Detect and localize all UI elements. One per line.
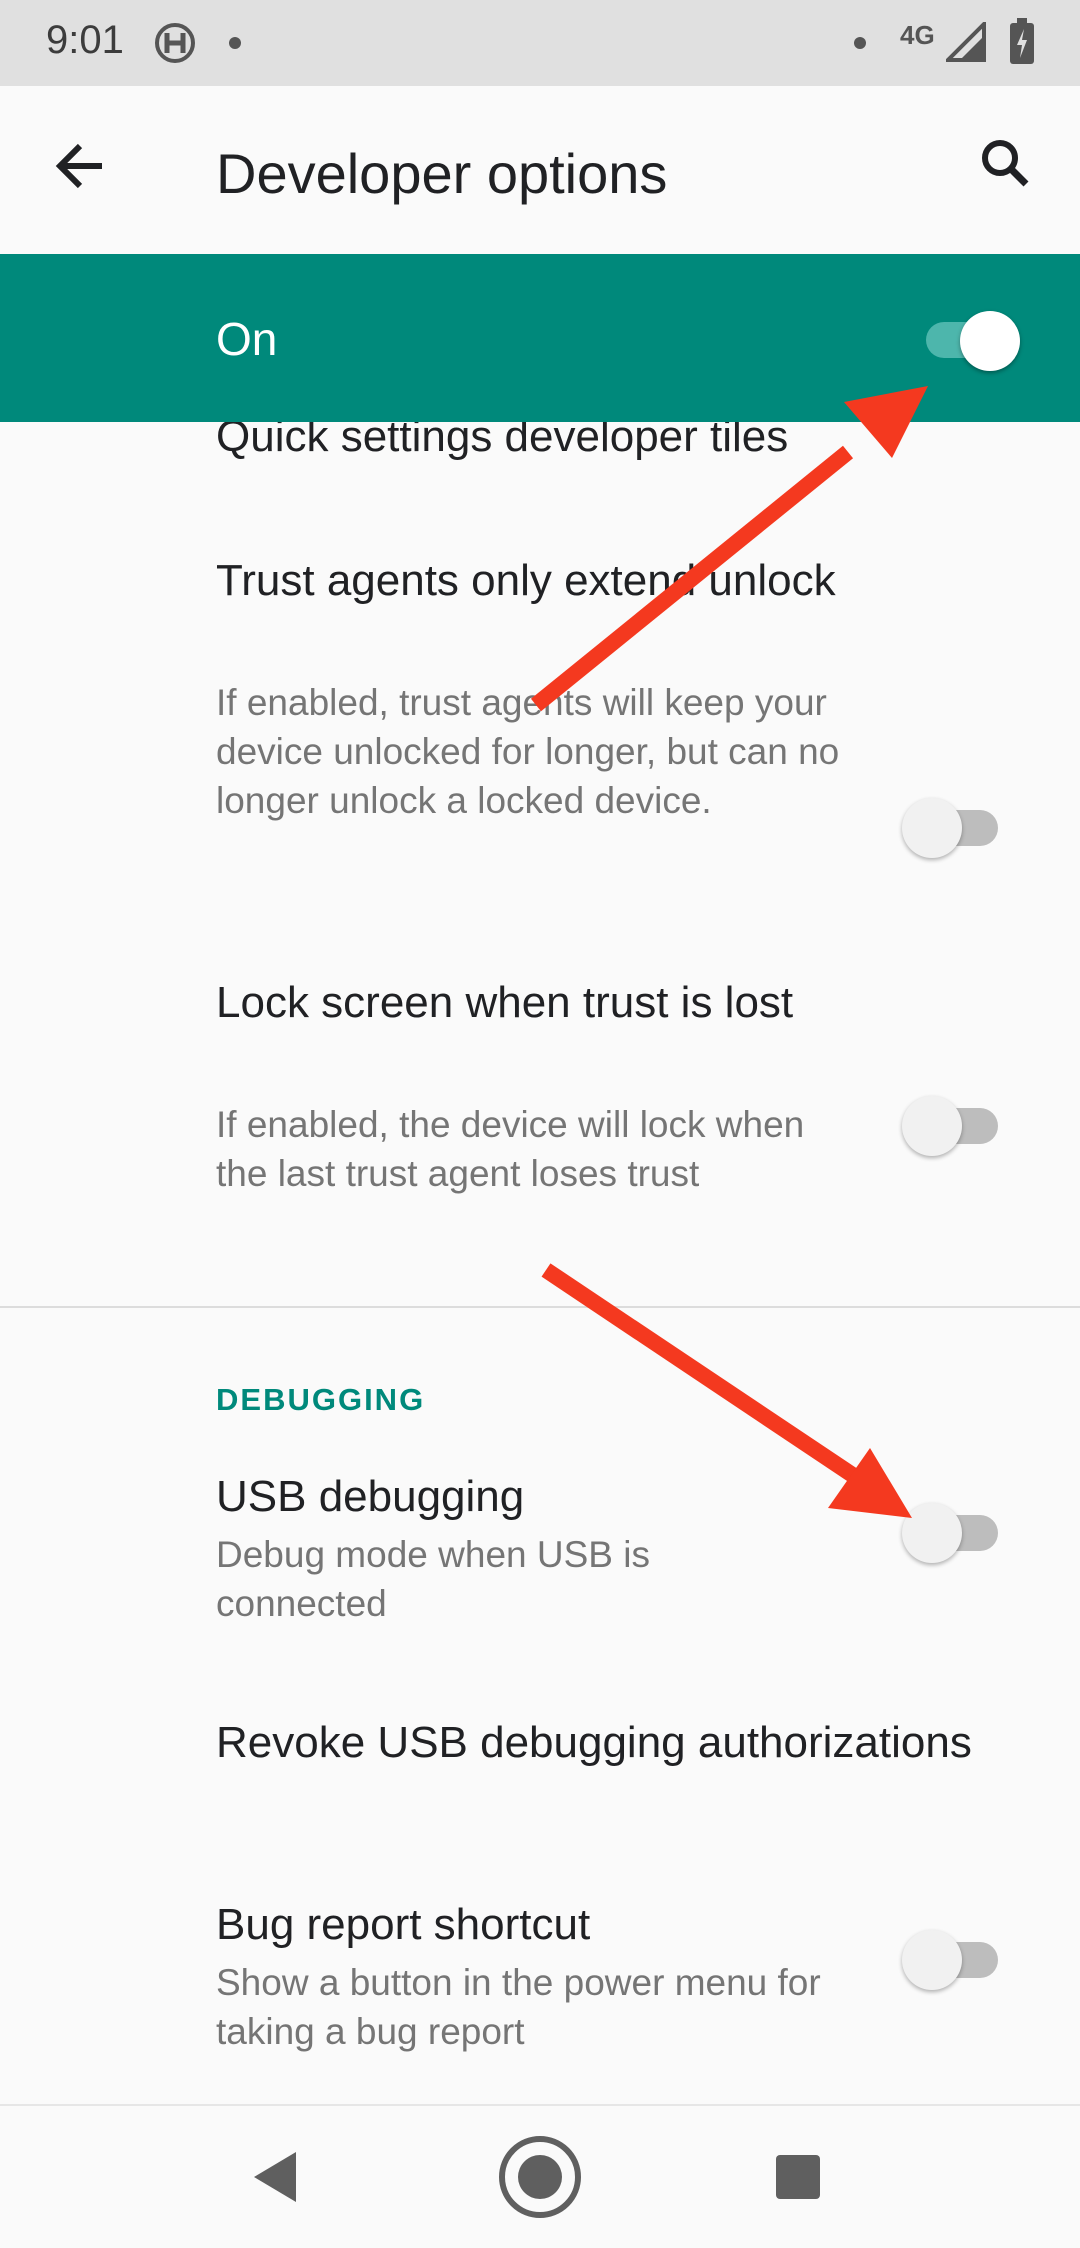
search-icon [982,140,1029,187]
nav-back-button[interactable] [226,2126,326,2226]
switch-thumb [902,1930,962,1990]
usb-debugging-switch[interactable] [902,1501,1002,1565]
arrow-back-icon [55,143,102,189]
pref-title: Bug report shortcut [216,1900,591,1949]
master-switch-thumb[interactable] [960,311,1020,371]
nav-recents-button[interactable] [748,2126,848,2226]
pref-title: Lock screen when trust is lost [216,978,794,1027]
hotspot-icon [155,23,195,63]
pref-item-bug-report-shortcut[interactable]: Bug report shortcut Show a button in the… [0,1896,1080,2076]
notification-dot-icon [229,37,241,49]
status-time: 9:01 [46,18,124,62]
master-switch-label: On [216,313,278,365]
page-title: Developer options [216,142,668,205]
switch-thumb [902,1503,962,1563]
signal-icon [946,22,986,62]
nav-back-icon [254,2152,296,2202]
pref-summary: Debug mode when USB is connected [216,1534,650,1624]
pref-summary: If enabled, the device will lock when th… [216,1104,805,1194]
pref-item-lock-screen-trust-lost[interactable]: Lock screen when trust is lost If enable… [0,974,1080,1274]
pref-summary: If enabled, trust agents will keep your … [216,682,840,821]
pref-title: USB debugging [216,1472,525,1521]
data-activity-dot-icon [854,37,866,49]
switch-thumb [902,798,962,858]
network-type-label: 4G [900,20,935,50]
settings-list[interactable]: Quick settings developer tiles Trust age… [0,422,1080,2104]
section-divider [0,1306,1080,1308]
pref-title-quick-settings-tiles[interactable]: Quick settings developer tiles [216,422,856,466]
pref-item-usb-debugging[interactable]: USB debugging Debug mode when USB is con… [0,1468,1080,1648]
search-button[interactable] [966,126,1046,206]
battery-charging-icon [1010,18,1034,64]
lock-screen-trust-lost-switch[interactable] [902,1094,1002,1158]
app-bar: Developer options [0,86,1080,254]
pref-summary: Show a button in the power menu for taki… [216,1962,821,2052]
status-bar: 9:01 4G [0,0,1080,86]
back-button[interactable] [44,126,124,206]
trust-agents-switch[interactable] [902,796,1002,860]
pref-item-trust-agents[interactable]: Trust agents only extend unlock If enabl… [0,552,1080,902]
pref-title: Revoke USB debugging authorizations [216,1718,972,1767]
category-header-debugging: DEBUGGING [216,1382,426,1417]
nav-recents-icon [776,2155,820,2199]
navigation-bar [0,2104,1080,2248]
bug-report-shortcut-switch[interactable] [902,1928,1002,1992]
pref-title: Trust agents only extend unlock [216,556,836,605]
pref-item-revoke-usb-authorizations[interactable]: Revoke USB debugging authorizations [0,1692,1080,1802]
switch-thumb [902,1096,962,1156]
master-switch-bar[interactable]: On [0,254,1080,422]
nav-home-button[interactable] [490,2126,590,2226]
nav-home-icon [499,2136,581,2218]
